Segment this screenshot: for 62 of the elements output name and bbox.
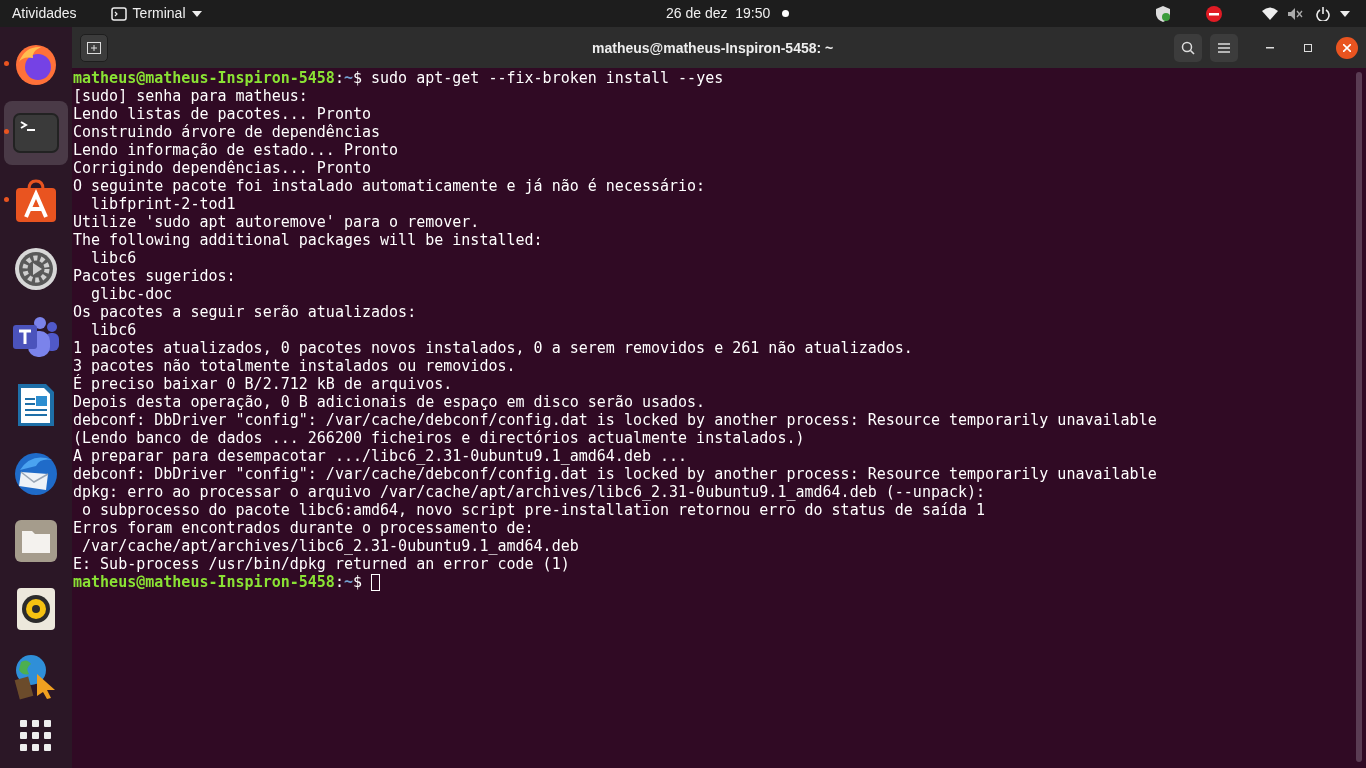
output-line: Depois desta operação, 0 B adicionais de espaço em disco serão usados. [73,393,707,411]
terminal-icon [13,113,59,153]
output-line: debconf: DbDriver "config": /var/cache/debconf/config.dat is locked by another process: Resource temporarily unavailable [73,411,1158,429]
gear-icon [14,247,58,291]
close-icon [1343,43,1351,52]
clock[interactable]: 26 de dez 19:50 [666,3,771,24]
caret-icon [191,10,202,17]
power-icon[interactable] [1316,6,1330,21]
maximize-icon [1304,43,1312,52]
output-line: o subprocesso do pacote libc6:amd64, novo script pre-installation retornou erro do status de saída 1 [81,501,987,519]
output-line: dpkg: erro ao processar o arquivo /var/cache/apt/archives/libc6_2.31-0ubuntu9.1_amd64.deb (--unpack): [73,483,987,501]
output-line: Construindo árvore de dependências [73,123,382,141]
document-icon [16,382,56,428]
output-line: glibc-doc [90,285,174,303]
shopping-bag-icon [14,179,58,223]
output-line: 3 pacotes não totalmente instalados ou removidos. [73,357,517,375]
speaker-icon [16,587,56,631]
people-icon [12,315,60,359]
envelope-bird-icon [12,450,60,496]
search-button[interactable] [1174,33,1202,62]
output-line: libc6 [90,321,138,339]
minimize-icon [1266,46,1274,49]
wifi-icon[interactable] [1262,7,1278,20]
output-line: Lendo listas de pacotes... Pronto [73,105,372,123]
output-line: O seguinte pacote foi instalado automaticamente e já não é necessário: [73,177,707,195]
output-line: Erros foram encontrados durante o processamento de: [73,519,535,537]
output-line: debconf: DbDriver "config": /var/cache/debconf/config.dat is locked by another process: Resource temporarily unavailable [73,465,1158,483]
activities-button[interactable]: Atividades [12,3,77,24]
new-tab-icon [87,41,101,54]
folder-icon [14,519,58,563]
output-line: Utilize 'sudo apt autoremove' para o remover. [73,213,481,231]
output-line: E: Sub-process /usr/bin/dpkg returned an error code (1) [73,555,571,573]
output-line: Os pacotes a seguir serão atualizados: [73,303,418,321]
no-entry-icon[interactable] [1206,5,1222,22]
output-line: /var/cache/apt/archives/libc6_2.31-0ubuntu9.1_amd64.deb [81,537,580,555]
output-line: libc6 [90,249,138,267]
prompt-line: matheus@matheus-Inspiron-5458:~$ sudo apt-get --fix-broken install --yes [73,69,725,87]
prompt-line: matheus@matheus-Inspiron-5458:~$ [73,573,1356,591]
menu-icon [1218,42,1230,53]
terminal-icon [110,6,127,21]
firefox-icon [13,42,59,88]
new-tab-button[interactable] [80,33,108,62]
window-title: matheus@matheus-Inspiron-5458: ~ [592,39,834,58]
output-line: É preciso baixar 0 B/2.712 kB de arquivos. [73,375,454,393]
output-line: libfprint-2-tod1 [90,195,237,213]
caret-icon[interactable] [1340,10,1350,17]
output-line: [sudo] senha para matheus: [73,87,309,105]
app-menu[interactable]: Terminal [110,3,202,24]
output-line: Corrigindo dependências... Pronto [73,159,372,177]
output-line: Lendo informação de estado... Pronto [73,141,400,159]
output-line: Pacotes sugeridos: [73,267,237,285]
output-line: (Lendo banco de dados ... 266200 ficheiros e directórios actualmente instalados.) [73,429,806,447]
output-line: The following additional packages will be installed: [73,231,544,249]
search-icon [1181,40,1195,55]
output-line: A preparar para desempacotar .../libc6_2.31-0ubuntu9.1_amd64.deb ... [73,447,689,465]
menu-button[interactable] [1210,33,1238,62]
scrollbar-thumb[interactable] [1356,72,1362,762]
app-grid-icon[interactable] [20,720,52,752]
close-button[interactable] [1336,36,1358,59]
volume-muted-icon[interactable] [1288,6,1304,21]
output-line: 1 pacotes atualizados, 0 pacotes novos instalados, 0 a serem removidos e 261 não atualizados. [73,339,914,357]
shield-icon[interactable] [1156,5,1170,22]
